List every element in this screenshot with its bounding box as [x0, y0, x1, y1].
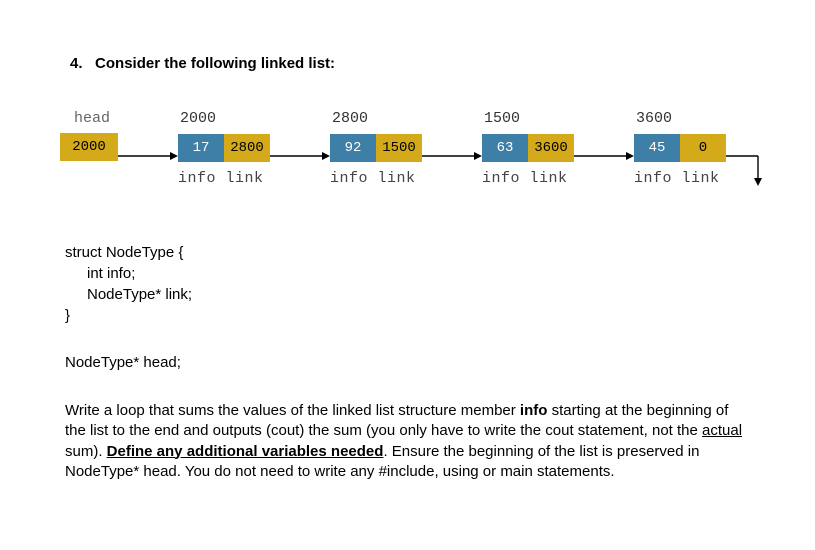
head-label: head: [60, 110, 124, 127]
arrow-icon: [118, 148, 178, 164]
node-info-cell: 63: [482, 134, 528, 162]
question-prompt: Write a loop that sums the values of the…: [65, 401, 750, 482]
arrow-icon: [270, 148, 330, 164]
node-address: 2800: [330, 110, 422, 134]
prompt-bold-info: info: [520, 402, 548, 419]
node-info-cell: 92: [330, 134, 376, 162]
field-labels: info link: [330, 170, 422, 187]
node-link-cell: 3600: [528, 134, 574, 162]
head-value-box: 2000: [60, 133, 118, 161]
field-labels: info link: [482, 170, 574, 187]
node-link-cell: 2800: [224, 134, 270, 162]
field-labels: info link: [178, 170, 270, 187]
node-link-cell: 1500: [376, 134, 422, 162]
question-title: Consider the following linked list:: [95, 55, 335, 72]
struct-line4: }: [65, 307, 70, 324]
prompt-underline-actual: actual: [702, 422, 742, 439]
node-info-cell: 17: [178, 134, 224, 162]
head-declaration: NodeType* head;: [65, 354, 750, 371]
question-heading: 4. Consider the following linked list:: [65, 55, 750, 72]
struct-line2: int info;: [65, 263, 750, 284]
prompt-text: sum).: [65, 443, 107, 460]
node-info-cell: 45: [634, 134, 680, 162]
node-0: 2000 17 2800 info link: [178, 110, 270, 187]
arrow-icon: [422, 148, 482, 164]
node-address: 3600: [634, 110, 726, 134]
arrow-icon: [574, 148, 634, 164]
node-address: 1500: [482, 110, 574, 134]
linked-list-diagram: head 2000 2000 17 2800 info link 2800 92…: [65, 110, 750, 220]
struct-line3: NodeType* link;: [65, 284, 750, 305]
struct-definition: struct NodeType { int info; NodeType* li…: [65, 242, 750, 326]
node-link-cell: 0: [680, 134, 726, 162]
field-labels: info link: [634, 170, 726, 187]
null-arrow-icon: [726, 148, 770, 188]
prompt-text: Write a loop that sums the values of the…: [65, 402, 520, 419]
node-3: 3600 45 0 info link: [634, 110, 726, 187]
head-pointer-group: head 2000: [60, 110, 124, 161]
struct-line1: struct NodeType {: [65, 244, 183, 261]
node-2: 1500 63 3600 info link: [482, 110, 574, 187]
question-number: 4.: [70, 55, 83, 72]
node-1: 2800 92 1500 info link: [330, 110, 422, 187]
prompt-bold-underline-define: Define any additional variables needed: [107, 443, 384, 460]
node-address: 2000: [178, 110, 270, 134]
